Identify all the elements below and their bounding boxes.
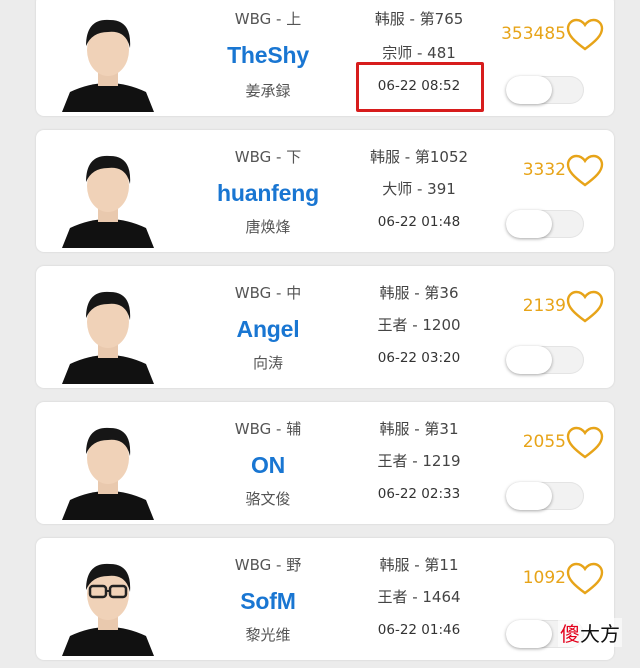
team-position: WBG - 中: [234, 284, 302, 302]
server-rank: 韩服 - 第11: [379, 556, 459, 574]
like-count: 2139: [522, 296, 566, 316]
player-photo: [52, 2, 164, 112]
tier-points: 宗师 - 481: [382, 44, 456, 62]
highlight-box: [356, 62, 484, 112]
watermark: 傻大方: [558, 618, 622, 647]
follow-toggle[interactable]: [506, 482, 584, 510]
real-name: 骆文俊: [245, 490, 291, 508]
follow-toggle[interactable]: [506, 210, 584, 238]
watermark-first-char: 傻: [560, 622, 580, 646]
player-photo: [52, 546, 164, 656]
player-photo: [52, 138, 164, 248]
server-rank: 韩服 - 第31: [379, 420, 459, 438]
player-card[interactable]: WBG - 中 Angel 向涛 韩服 - 第36 王者 - 1200 06-2…: [36, 266, 614, 388]
real-name: 黎光维: [245, 626, 291, 644]
player-card[interactable]: WBG - 野 SofM 黎光维 韩服 - 第11 王者 - 1464 06-2…: [36, 538, 614, 660]
team-position: WBG - 下: [234, 148, 302, 166]
heart-icon[interactable]: [566, 290, 604, 324]
toggle-knob: [506, 346, 552, 374]
player-photo: [52, 410, 164, 520]
server-rank: 韩服 - 第765: [374, 10, 464, 28]
player-card[interactable]: WBG - 上 TheShy 姜承録 韩服 - 第765 宗师 - 481 06…: [36, 0, 614, 116]
tier-points: 王者 - 1464: [377, 588, 461, 606]
follow-toggle[interactable]: [506, 346, 584, 374]
last-played-time: 06-22 01:46: [377, 622, 461, 638]
like-count: 353485: [501, 24, 566, 44]
player-photo: [52, 274, 164, 384]
player-card[interactable]: WBG - 下 huanfeng 唐焕烽 韩服 - 第1052 大师 - 391…: [36, 130, 614, 252]
team-position: WBG - 野: [234, 556, 302, 574]
follow-toggle[interactable]: [506, 76, 584, 104]
last-played-time: 06-22 03:20: [377, 350, 461, 366]
server-rank: 韩服 - 第1052: [369, 148, 469, 166]
toggle-knob: [506, 482, 552, 510]
tier-points: 王者 - 1200: [377, 316, 461, 334]
real-name: 唐焕烽: [245, 218, 291, 236]
heart-icon[interactable]: [566, 426, 604, 460]
real-name: 姜承録: [245, 82, 291, 100]
toggle-knob: [506, 210, 552, 238]
like-count: 2055: [522, 432, 566, 452]
watermark-rest: 大方: [580, 622, 620, 646]
team-position: WBG - 辅: [234, 420, 302, 438]
player-name[interactable]: Angel: [188, 316, 348, 343]
team-position: WBG - 上: [234, 10, 302, 28]
like-count: 1092: [522, 568, 566, 588]
player-name[interactable]: SofM: [188, 588, 348, 615]
toggle-knob: [506, 76, 552, 104]
last-played-time: 06-22 02:33: [377, 486, 461, 502]
heart-icon[interactable]: [566, 562, 604, 596]
heart-icon[interactable]: [566, 18, 604, 52]
player-name[interactable]: TheShy: [188, 42, 348, 69]
last-played-time: 06-22 01:48: [377, 214, 461, 230]
heart-icon[interactable]: [566, 154, 604, 188]
like-count: 3332: [522, 160, 566, 180]
player-name[interactable]: ON: [188, 452, 348, 479]
server-rank: 韩服 - 第36: [379, 284, 459, 302]
toggle-knob: [506, 620, 552, 648]
tier-points: 王者 - 1219: [377, 452, 461, 470]
player-card[interactable]: WBG - 辅 ON 骆文俊 韩服 - 第31 王者 - 1219 06-22 …: [36, 402, 614, 524]
tier-points: 大师 - 391: [382, 180, 456, 198]
real-name: 向涛: [252, 354, 283, 372]
player-name[interactable]: huanfeng: [188, 180, 348, 207]
